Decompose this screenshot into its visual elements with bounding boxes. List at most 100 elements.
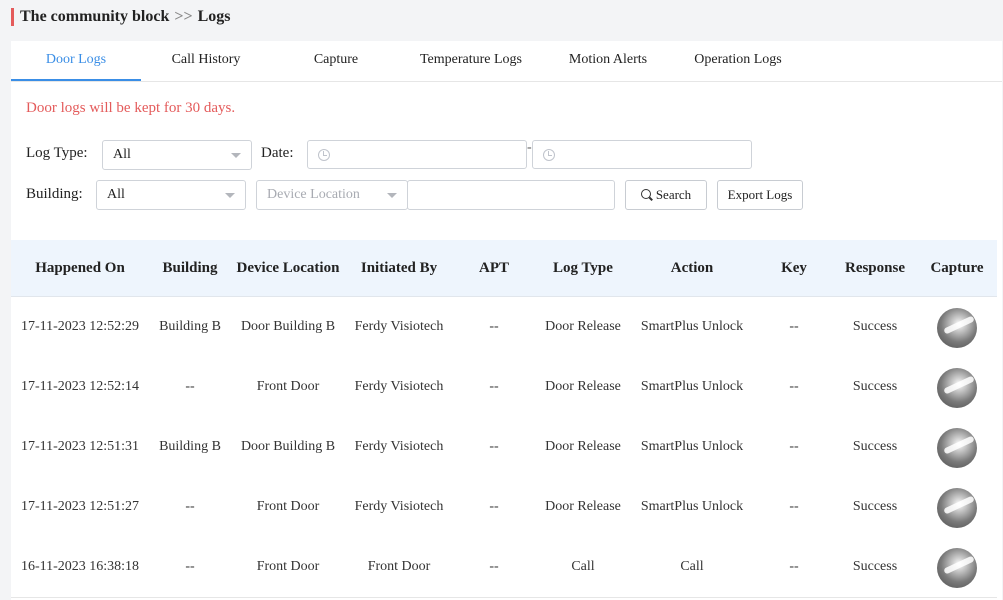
tab-door-logs[interactable]: Door Logs — [11, 41, 141, 81]
table-row[interactable]: 17-11-2023 12:51:31 Building B Door Buil… — [11, 417, 997, 478]
table-row[interactable]: 17-11-2023 12:52:29 Building B Door Buil… — [11, 297, 997, 358]
log-type-select[interactable]: All — [102, 140, 252, 170]
chevron-down-icon — [225, 193, 235, 198]
building-cell: -- — [185, 499, 195, 514]
capture-thumbnail[interactable] — [937, 548, 977, 588]
device-location-cell: Door Building B — [240, 319, 336, 334]
building-cell: Building B — [159, 439, 221, 454]
building-cell: Building B — [159, 319, 221, 334]
capture-thumbnail[interactable] — [937, 368, 977, 408]
export-logs-button[interactable]: Export Logs — [717, 180, 803, 210]
apt-cell: -- — [489, 499, 499, 514]
initiated-by-cell: Ferdy Visiotech — [354, 499, 444, 514]
table-row[interactable]: 16-11-2023 16:38:18 -- Front Door Front … — [11, 537, 997, 598]
column-header: Device Location — [236, 260, 340, 276]
column-header: Key — [781, 260, 807, 276]
apt-cell: -- — [489, 379, 499, 394]
breadcrumb-parent[interactable]: The community block — [20, 8, 169, 25]
happened-on-cell: 17-11-2023 12:51:27 — [20, 499, 140, 514]
column-header: Building — [162, 260, 218, 276]
log-type-value: All — [113, 147, 131, 162]
response-cell: Success — [852, 319, 898, 334]
action-cell: Call — [680, 559, 704, 574]
key-cell: -- — [789, 439, 799, 454]
retention-notice: Door logs will be kept for 30 days. — [26, 100, 236, 116]
breadcrumb-separator: >> — [174, 8, 193, 25]
log-type-cell: Door Release — [545, 319, 621, 334]
device-location-cell: Front Door — [256, 379, 320, 394]
capture-thumbnail[interactable] — [937, 488, 977, 528]
response-cell: Success — [852, 439, 898, 454]
initiated-by-cell: Ferdy Visiotech — [354, 439, 444, 454]
clock-icon — [543, 149, 555, 161]
apt-cell: -- — [489, 319, 499, 334]
device-location-cell: Front Door — [256, 499, 320, 514]
column-header: Happened On — [35, 260, 125, 276]
chevron-down-icon — [231, 153, 241, 158]
key-cell: -- — [789, 499, 799, 514]
building-cell: -- — [185, 559, 195, 574]
device-location-cell: Front Door — [256, 559, 320, 574]
capture-thumbnail[interactable] — [937, 308, 977, 348]
key-cell: -- — [789, 559, 799, 574]
log-type-cell: Call — [571, 559, 595, 574]
column-header: Action — [670, 260, 714, 276]
breadcrumb: The community block >> Logs — [11, 8, 230, 26]
response-cell: Success — [852, 499, 898, 514]
building-value: All — [107, 187, 125, 202]
tab-operation-logs[interactable]: Operation Logs — [673, 41, 803, 79]
tab-motion-alerts[interactable]: Motion Alerts — [543, 41, 673, 79]
building-label: Building: — [26, 186, 83, 202]
breadcrumb-current: Logs — [197, 8, 231, 25]
tab-capture[interactable]: Capture — [271, 41, 401, 79]
column-header: Response — [844, 260, 905, 276]
device-location-input[interactable] — [407, 180, 615, 210]
date-separator: - — [527, 140, 532, 155]
end-date-input[interactable] — [532, 140, 752, 169]
column-header: APT — [479, 260, 509, 276]
device-location-select[interactable]: Device Location — [256, 180, 408, 210]
initiated-by-cell: Ferdy Visiotech — [354, 319, 444, 334]
log-type-cell: Door Release — [545, 499, 621, 514]
action-cell: SmartPlus Unlock — [640, 379, 744, 394]
log-type-label: Log Type: — [26, 145, 88, 161]
building-cell: -- — [185, 379, 195, 394]
apt-cell: -- — [489, 559, 499, 574]
happened-on-cell: 17-11-2023 12:52:14 — [20, 379, 140, 394]
happened-on-cell: 17-11-2023 12:51:31 — [20, 439, 140, 454]
column-header: Capture — [930, 260, 984, 276]
logs-panel: Door Logs Call History Capture Temperatu… — [11, 41, 1002, 600]
action-cell: SmartPlus Unlock — [640, 499, 744, 514]
export-logs-label: Export Logs — [727, 187, 793, 202]
log-type-cell: Door Release — [545, 379, 621, 394]
happened-on-cell: 16-11-2023 16:38:18 — [20, 559, 140, 574]
device-location-placeholder: Device Location — [267, 187, 360, 202]
apt-cell: -- — [489, 439, 499, 454]
capture-thumbnail[interactable] — [937, 428, 977, 468]
initiated-by-cell: Ferdy Visiotech — [354, 379, 444, 394]
table-row[interactable]: 17-11-2023 12:51:27 -- Front Door Ferdy … — [11, 477, 997, 538]
search-button-label: Search — [655, 187, 692, 202]
response-cell: Success — [852, 559, 898, 574]
initiated-by-cell: Front Door — [367, 559, 431, 574]
response-cell: Success — [852, 379, 898, 394]
building-select[interactable]: All — [96, 180, 246, 210]
log-tabs: Door Logs Call History Capture Temperatu… — [11, 41, 1002, 82]
device-location-cell: Door Building B — [240, 439, 336, 454]
table-header: Happened On Building Device Location Ini… — [11, 240, 997, 297]
search-icon — [640, 189, 651, 199]
search-button[interactable]: Search — [625, 180, 707, 210]
tab-call-history[interactable]: Call History — [141, 41, 271, 79]
log-type-cell: Door Release — [545, 439, 621, 454]
date-label: Date: — [261, 145, 294, 161]
chevron-down-icon — [387, 193, 397, 198]
key-cell: -- — [789, 319, 799, 334]
start-date-input[interactable] — [307, 140, 527, 169]
happened-on-cell: 17-11-2023 12:52:29 — [20, 319, 140, 334]
column-header: Initiated By — [360, 260, 438, 276]
table-row[interactable]: 17-11-2023 12:52:14 -- Front Door Ferdy … — [11, 357, 997, 418]
key-cell: -- — [789, 379, 799, 394]
action-cell: SmartPlus Unlock — [640, 319, 744, 334]
clock-icon — [318, 149, 330, 161]
tab-temperature-logs[interactable]: Temperature Logs — [406, 41, 536, 79]
